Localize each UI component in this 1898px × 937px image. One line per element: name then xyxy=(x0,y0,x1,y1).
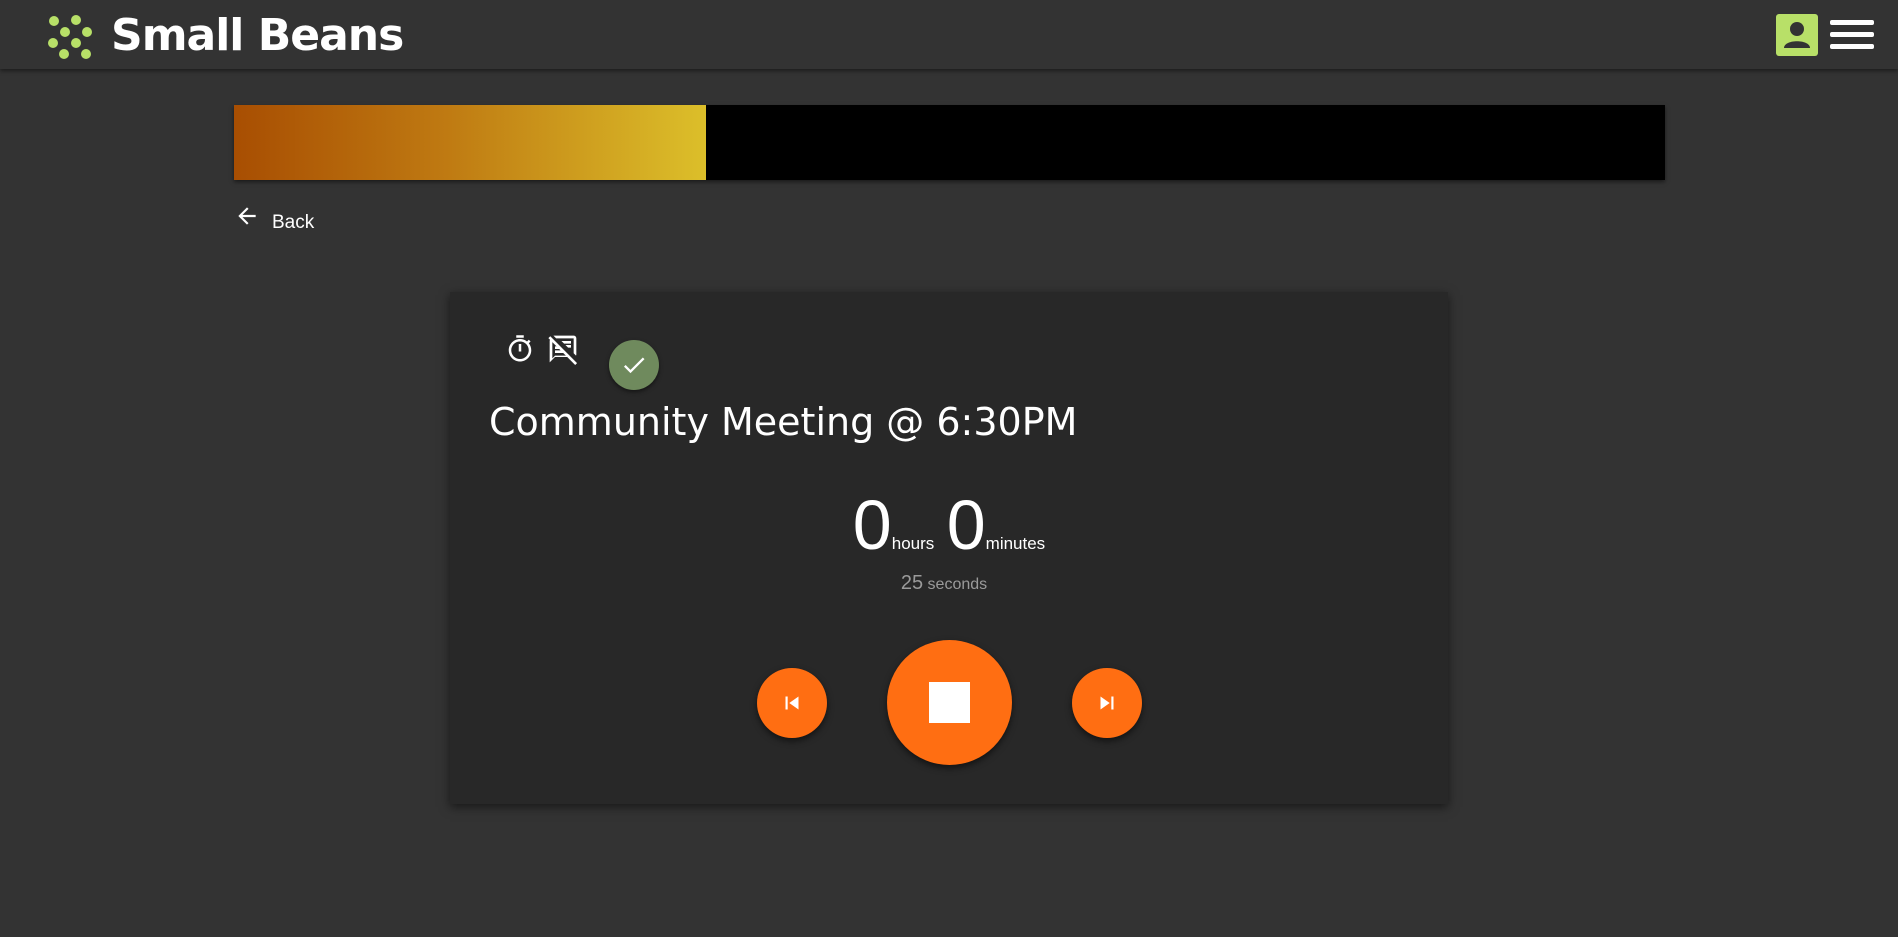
app-root: Small Beans Back Community Meeting @ 6:3… xyxy=(0,0,1898,937)
profile-button[interactable] xyxy=(1776,14,1818,56)
menu-bar-icon xyxy=(1830,32,1874,37)
progress-fill xyxy=(234,105,707,180)
timer-icon xyxy=(508,335,532,362)
meeting-status-icons xyxy=(505,332,705,390)
brand[interactable]: Small Beans xyxy=(47,10,404,61)
completed-badge xyxy=(609,340,659,390)
stop-icon xyxy=(929,682,970,723)
back-label: Back xyxy=(272,212,315,233)
bean-dots-logo-icon xyxy=(48,14,92,59)
contact-card-icon xyxy=(1784,22,1810,48)
time-remaining: 0hours 0minutes xyxy=(450,490,1448,560)
meeting-timer-card: Community Meeting @ 6:30PM 0hours 0minut… xyxy=(450,292,1448,804)
back-link[interactable]: Back xyxy=(234,206,314,234)
next-item-button[interactable] xyxy=(1072,668,1142,738)
hours-label: hours xyxy=(891,534,935,553)
hours-value: 0 xyxy=(852,486,892,564)
meeting-progress-bar xyxy=(234,105,1665,180)
skip-previous-icon xyxy=(785,696,799,710)
menu-bar-icon xyxy=(1830,20,1874,25)
seconds-value: 25 xyxy=(900,572,924,594)
skip-next-icon xyxy=(1100,696,1114,710)
minutes-value: 0 xyxy=(946,486,986,564)
stop-button[interactable] xyxy=(887,640,1012,765)
seconds-remaining: 25 seconds xyxy=(450,572,1438,595)
meeting-title: Community Meeting @ 6:30PM xyxy=(489,400,1078,444)
hamburger-menu-button[interactable] xyxy=(1830,17,1874,53)
chat-off-icon xyxy=(548,335,578,365)
top-app-bar: Small Beans xyxy=(0,0,1898,69)
menu-bar-icon xyxy=(1830,44,1874,49)
brand-name: Small Beans xyxy=(111,10,404,61)
seconds-label: seconds xyxy=(927,576,988,593)
check-icon xyxy=(623,357,645,374)
arrow-left-icon xyxy=(238,207,256,225)
minutes-label: minutes xyxy=(985,534,1046,553)
previous-item-button[interactable] xyxy=(757,668,827,738)
